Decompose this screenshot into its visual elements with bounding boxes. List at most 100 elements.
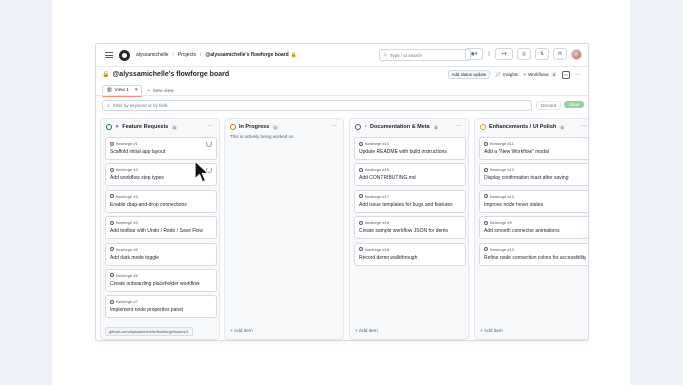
column-description: This is actively being worked on	[230, 134, 294, 139]
card-ref: flowforge #14	[359, 141, 461, 146]
column-menu-icon[interactable]: ···	[581, 123, 587, 129]
column-count: 5	[559, 124, 566, 130]
card-ref: flowforge #3	[110, 194, 212, 199]
add-item-label: Add item	[483, 329, 503, 334]
create-new-icon[interactable]: +▾	[495, 48, 513, 60]
card-ref-text: flowforge #12	[490, 167, 515, 173]
issue-card[interactable]: flowforge #18 Record demo walkthrough	[354, 242, 466, 266]
issue-card[interactable]: flowforge #11 Add a "New Workflow" modal	[479, 137, 588, 160]
card-title[interactable]: Add a "New Workflow" modal	[484, 149, 586, 155]
github-logo-icon[interactable]	[119, 49, 130, 61]
issue-open-icon	[359, 220, 363, 225]
card-title[interactable]: Scaffold initial app layout	[110, 149, 212, 155]
issue-card[interactable]: flowforge #5 Add dark mode toggle	[105, 242, 217, 266]
tab-view-1-label: View 1	[114, 88, 129, 93]
card-ref-text: flowforge #2	[116, 167, 138, 173]
avatar[interactable]	[571, 48, 582, 60]
add-item-button[interactable]: + Add item	[480, 329, 503, 334]
card-ref-text: flowforge #5	[116, 246, 138, 252]
card-ref-text: flowforge #4	[116, 220, 138, 226]
insights-button[interactable]: 📈 Insights	[495, 72, 518, 78]
card-ref: flowforge #18	[359, 247, 461, 252]
board-icon: ▥	[107, 88, 112, 93]
issue-open-icon	[484, 167, 488, 172]
card-ref-text: flowforge #15	[365, 167, 390, 173]
card-title[interactable]: Add dark mode toggle	[110, 255, 212, 261]
issue-card[interactable]: flowforge #13 Refine node connection colo…	[479, 242, 588, 266]
card-title[interactable]: Add issue templates for bugs and feature…	[359, 202, 461, 208]
issue-card[interactable]: flowforge #4 Add toolbar with Undo / Redo…	[105, 216, 217, 240]
column-count: 5	[432, 124, 439, 130]
add-item-button[interactable]: + Add item	[230, 329, 253, 334]
copilot-icon[interactable]: ◉▾	[465, 48, 483, 60]
card-title[interactable]: Add CONTRIBUTING.md	[359, 175, 461, 181]
card-ref: flowforge #13	[484, 247, 586, 252]
workflows-button[interactable]: ⑂ Workflows 4	[523, 72, 557, 77]
column-menu-icon[interactable]: ···	[207, 123, 213, 129]
card-title[interactable]: Record demo walkthrough	[359, 255, 461, 261]
card-title[interactable]: Improve node hover states	[484, 202, 586, 208]
header-divider	[96, 66, 588, 67]
search-placeholder: Type / to search	[389, 52, 422, 58]
card-ref: flowforge #5	[110, 247, 212, 252]
project-actions: Add status update 📈 Insights ⑂ Workflows 4 …	[447, 70, 581, 79]
card-title[interactable]: Create sample workflow JSON for demo	[359, 228, 461, 234]
sidebar-toggle-icon[interactable]: ▭	[562, 70, 570, 79]
issue-card[interactable]: flowforge #9 Add smooth connector animati…	[479, 216, 588, 240]
card-ref-text: flowforge #18	[365, 246, 390, 252]
status-circle-icon	[230, 124, 236, 130]
column-menu-icon[interactable]: ···	[456, 123, 462, 129]
breadcrumb-separator: /	[199, 52, 202, 58]
card-ref: flowforge #1	[110, 141, 212, 146]
issue-card[interactable]: flowforge #1 Scaffold initial app layout	[105, 137, 217, 160]
card-ref: flowforge #10	[484, 194, 586, 199]
card-title[interactable]: Refine node connection colors for access…	[484, 255, 586, 261]
card-title[interactable]: Enable drag-and-drop connections	[110, 202, 212, 208]
discard-button[interactable]: Discard	[536, 101, 562, 110]
new-view-button[interactable]: + New view	[147, 89, 173, 94]
card-title[interactable]: Add toolbar with Undo / Redo / Save Flow	[110, 228, 212, 234]
plus-icon: +	[147, 88, 151, 94]
issue-card[interactable]: flowforge #15 Add CONTRIBUTING.md	[354, 163, 466, 187]
card-title[interactable]: Update README with build instructions	[359, 149, 461, 155]
card-title[interactable]: Add smooth connector animations	[484, 228, 586, 234]
filter-input[interactable]: ≡ Filter by keyword or by field	[102, 100, 532, 111]
card-title[interactable]: Implement node properties panel	[110, 307, 212, 313]
pull-requests-icon[interactable]: ⇅	[535, 48, 549, 60]
column-title: Feature Requests	[122, 124, 169, 130]
issue-card[interactable]: flowforge #10 Improve node hover states	[479, 189, 588, 213]
issues-icon[interactable]: ◎	[517, 48, 531, 60]
breadcrumb-projects[interactable]: Projects	[178, 52, 196, 58]
issue-card[interactable]: flowforge #14 Update README with build in…	[354, 137, 466, 160]
card-title[interactable]: Display confirmation toast after saving	[484, 175, 586, 181]
board: ✦ Feature Requests 8 ··· flowforge #1 Sca…	[100, 118, 588, 340]
issue-open-icon	[110, 194, 114, 199]
tabs-divider	[96, 95, 588, 96]
breadcrumb-separator: /	[172, 52, 174, 58]
add-item-label: Add item	[233, 329, 253, 334]
issue-card[interactable]: flowforge #3 Enable drag-and-drop connect…	[105, 189, 217, 213]
card-list: flowforge #11 Add a "New Workflow" modal …	[479, 137, 588, 269]
breadcrumb-board[interactable]: @alyssamichelle's flowforge board	[205, 52, 288, 58]
issue-card[interactable]: flowforge #17 Add issue templates for bug…	[354, 189, 466, 213]
issue-card[interactable]: flowforge #7 Implement node properties pa…	[105, 295, 217, 319]
save-button[interactable]: Save	[564, 101, 585, 108]
add-item-button[interactable]: + Add item	[355, 329, 378, 334]
issue-card[interactable]: flowforge #16 Create sample workflow JSON…	[354, 216, 466, 240]
column-header: ◔ Documentation & Meta 5	[355, 124, 439, 130]
issue-card[interactable]: flowforge #6 Create onboarding placeholde…	[105, 268, 217, 292]
column-documentation-meta: ◔ Documentation & Meta 5 ··· flowforge #…	[349, 118, 469, 340]
card-ref-text: flowforge #9	[490, 220, 512, 226]
search-input[interactable]: ⌕ Type / to search	[379, 49, 471, 61]
sparkle-icon: ✦	[115, 124, 120, 130]
inbox-icon[interactable]: ✉	[553, 48, 567, 60]
issue-card[interactable]: flowforge #12 Display confirmation toast …	[479, 163, 588, 187]
add-status-update-button[interactable]: Add status update	[447, 70, 491, 79]
card-title[interactable]: Create onboarding placeholder workflow	[110, 281, 212, 287]
breadcrumb-user[interactable]: alyssamichelle	[136, 52, 169, 58]
column-header: In Progress 0	[230, 124, 279, 130]
column-menu-icon[interactable]: ···	[331, 123, 337, 129]
menu-icon[interactable]	[105, 51, 113, 60]
kebab-menu-icon[interactable]: ···	[575, 72, 581, 78]
chevron-down-icon[interactable]: ▾	[135, 88, 137, 93]
